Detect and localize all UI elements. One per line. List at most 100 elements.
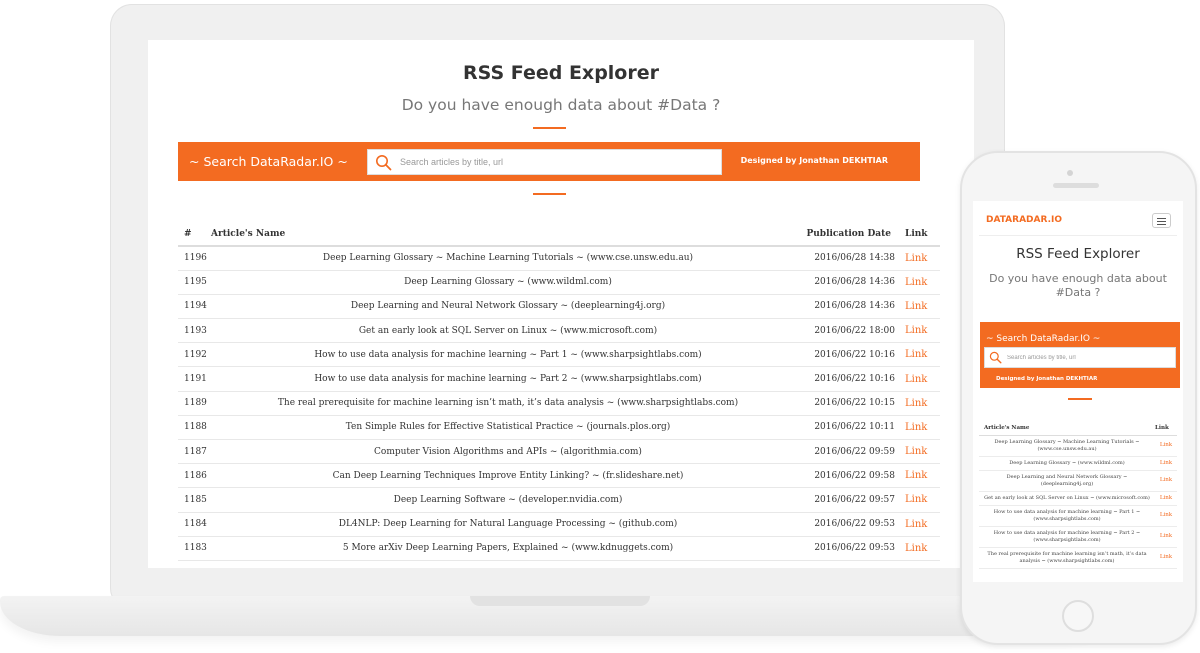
table-row: 1188 Ten Simple Rules for Effective Stati… <box>178 415 940 441</box>
column-header-name[interactable]: Article's Name <box>211 222 805 247</box>
row-link[interactable]: Link <box>905 253 927 264</box>
row-num: 1191 <box>178 366 211 392</box>
designer-credit: Designed by Jonathan DEKHTIAR <box>740 156 888 165</box>
mobile-row-article-name: Get an early look at SQL Server on Linux… <box>979 491 1155 506</box>
mobile-row-link-cell: Link <box>1155 547 1177 569</box>
row-publication-date: 2016/06/22 10:15 <box>805 391 905 416</box>
mobile-row-link-cell: Link <box>1155 491 1177 506</box>
search-input[interactable] <box>400 153 710 171</box>
table-body: 1196 Deep Learning Glossary ~ Machine Lea… <box>178 246 940 561</box>
row-num: 1192 <box>178 342 211 368</box>
row-num: 1195 <box>178 270 211 295</box>
row-publication-date: 2016/06/28 14:36 <box>805 270 905 295</box>
accent-divider <box>1068 398 1092 400</box>
search-box[interactable] <box>367 149 722 175</box>
search-brand-label: ~ Search DataRadar.IO ~ <box>189 154 348 169</box>
row-link[interactable]: Link <box>905 398 927 409</box>
mobile-column-header-name[interactable]: Article's Name <box>979 421 1155 436</box>
column-header-link: Link <box>905 222 940 247</box>
mobile-row-link-cell: Link <box>1155 456 1177 471</box>
mobile-table-row: How to use data analysis for machine lea… <box>979 505 1177 527</box>
row-link[interactable]: Link <box>905 494 927 505</box>
phone-camera <box>1067 170 1073 176</box>
page-title: RSS Feed Explorer <box>463 62 659 84</box>
mobile-table-row: The real prerequisite for machine learni… <box>979 547 1177 569</box>
row-link[interactable]: Link <box>905 422 927 433</box>
mobile-column-header-link: Link <box>1155 421 1177 436</box>
mobile-row-article-name: The real prerequisite for machine learni… <box>979 547 1155 569</box>
mobile-search-box[interactable] <box>984 347 1176 368</box>
laptop-notch <box>470 596 650 606</box>
mobile-brand-logo[interactable]: DATARADAR.IO <box>986 215 1062 225</box>
row-link-cell: Link <box>905 512 940 537</box>
mobile-search-input[interactable] <box>1007 351 1167 364</box>
row-num: 1188 <box>178 415 211 441</box>
phone-home-button[interactable] <box>1062 600 1094 632</box>
mobile-row-link-cell: Link <box>1155 505 1177 527</box>
row-article-name: Deep Learning and Neural Network Glossar… <box>211 294 805 320</box>
mobile-row-link-cell: Link <box>1155 435 1177 457</box>
row-num: 1183 <box>178 536 211 561</box>
mobile-page-title: RSS Feed Explorer <box>1016 246 1140 262</box>
mobile-row-link-cell: Link <box>1155 526 1177 548</box>
desktop-screen: RSS Feed Explorer Do you have enough dat… <box>148 40 974 568</box>
row-link-cell: Link <box>905 342 940 368</box>
mobile-table-row: Deep Learning Glossary ~ Machine Learnin… <box>979 435 1177 457</box>
row-link-cell: Link <box>905 439 940 465</box>
row-num: 1193 <box>178 318 211 344</box>
row-link[interactable]: Link <box>905 349 927 360</box>
articles-table: # Article's Name Publication Date Link 1… <box>178 222 940 561</box>
row-publication-date: 2016/06/22 09:57 <box>805 487 905 513</box>
table-row: 1189 The real prerequisite for machine le… <box>178 391 940 416</box>
row-article-name: How to use data analysis for machine lea… <box>211 342 805 368</box>
mobile-table-body: Deep Learning Glossary ~ Machine Learnin… <box>979 435 1177 569</box>
mobile-search-bar: ~ Search DataRadar.IO ~ Designed by Jona… <box>980 322 1180 388</box>
table-row: 1186 Can Deep Learning Techniques Improve… <box>178 463 940 489</box>
mobile-row-link[interactable]: Link <box>1160 495 1172 501</box>
mobile-row-article-name: Deep Learning Glossary ~ Machine Learnin… <box>979 435 1155 457</box>
accent-divider <box>533 127 566 129</box>
row-link-cell: Link <box>905 246 940 271</box>
mobile-row-link[interactable]: Link <box>1160 477 1172 483</box>
table-row: 1185 Deep Learning Software ~ (developer.… <box>178 487 940 513</box>
row-link-cell: Link <box>905 366 940 392</box>
table-row: 1191 How to use data analysis for machine… <box>178 366 940 392</box>
row-article-name: Get an early look at SQL Server on Linux… <box>211 318 805 344</box>
row-link-cell: Link <box>905 270 940 295</box>
row-num: 1196 <box>178 246 211 271</box>
row-article-name: Deep Learning Software ~ (developer.nvid… <box>211 487 805 513</box>
mobile-table-row: Deep Learning Glossary ~ (www.wildml.com… <box>979 456 1177 471</box>
mobile-table-row: Get an early look at SQL Server on Linux… <box>979 491 1177 506</box>
row-link[interactable]: Link <box>905 543 927 554</box>
column-header-num[interactable]: # <box>178 222 211 247</box>
mobile-table-row: Deep Learning and Neural Network Glossar… <box>979 470 1177 492</box>
mobile-row-link[interactable]: Link <box>1160 460 1172 466</box>
mobile-row-link[interactable]: Link <box>1160 442 1172 448</box>
mobile-search-brand-label: ~ Search DataRadar.IO ~ <box>986 334 1101 344</box>
table-row: 1187 Computer Vision Algorithms and APIs … <box>178 439 940 465</box>
table-row: 1192 How to use data analysis for machine… <box>178 342 940 368</box>
row-article-name: Ten Simple Rules for Effective Statistic… <box>211 415 805 441</box>
row-article-name: Computer Vision Algorithms and APIs ~ (a… <box>211 439 805 465</box>
mobile-row-link[interactable]: Link <box>1160 554 1172 560</box>
row-link[interactable]: Link <box>905 374 927 385</box>
row-link[interactable]: Link <box>905 519 927 530</box>
mobile-row-link[interactable]: Link <box>1160 533 1172 539</box>
mobile-row-link[interactable]: Link <box>1160 512 1172 518</box>
mobile-row-article-name: How to use data analysis for machine lea… <box>979 505 1155 527</box>
mobile-row-link-cell: Link <box>1155 470 1177 492</box>
row-link[interactable]: Link <box>905 446 927 457</box>
row-link[interactable]: Link <box>905 325 927 336</box>
mobile-page-subtitle: Do you have enough data about #Data ? <box>989 272 1167 299</box>
mobile-articles-table: Article's Name Link Deep Learning Glossa… <box>979 421 1177 569</box>
row-article-name: The real prerequisite for machine learni… <box>211 391 805 416</box>
row-link[interactable]: Link <box>905 301 927 312</box>
hamburger-icon[interactable] <box>1152 213 1171 228</box>
row-publication-date: 2016/06/28 14:36 <box>805 294 905 320</box>
row-link[interactable]: Link <box>905 470 927 481</box>
row-article-name: Deep Learning Glossary ~ (www.wildml.com… <box>211 270 805 295</box>
table-row: 1195 Deep Learning Glossary ~ (www.wildml… <box>178 270 940 295</box>
mobile-row-article-name: Deep Learning and Neural Network Glossar… <box>979 470 1155 492</box>
row-link[interactable]: Link <box>905 277 927 288</box>
column-header-date[interactable]: Publication Date <box>805 222 905 247</box>
